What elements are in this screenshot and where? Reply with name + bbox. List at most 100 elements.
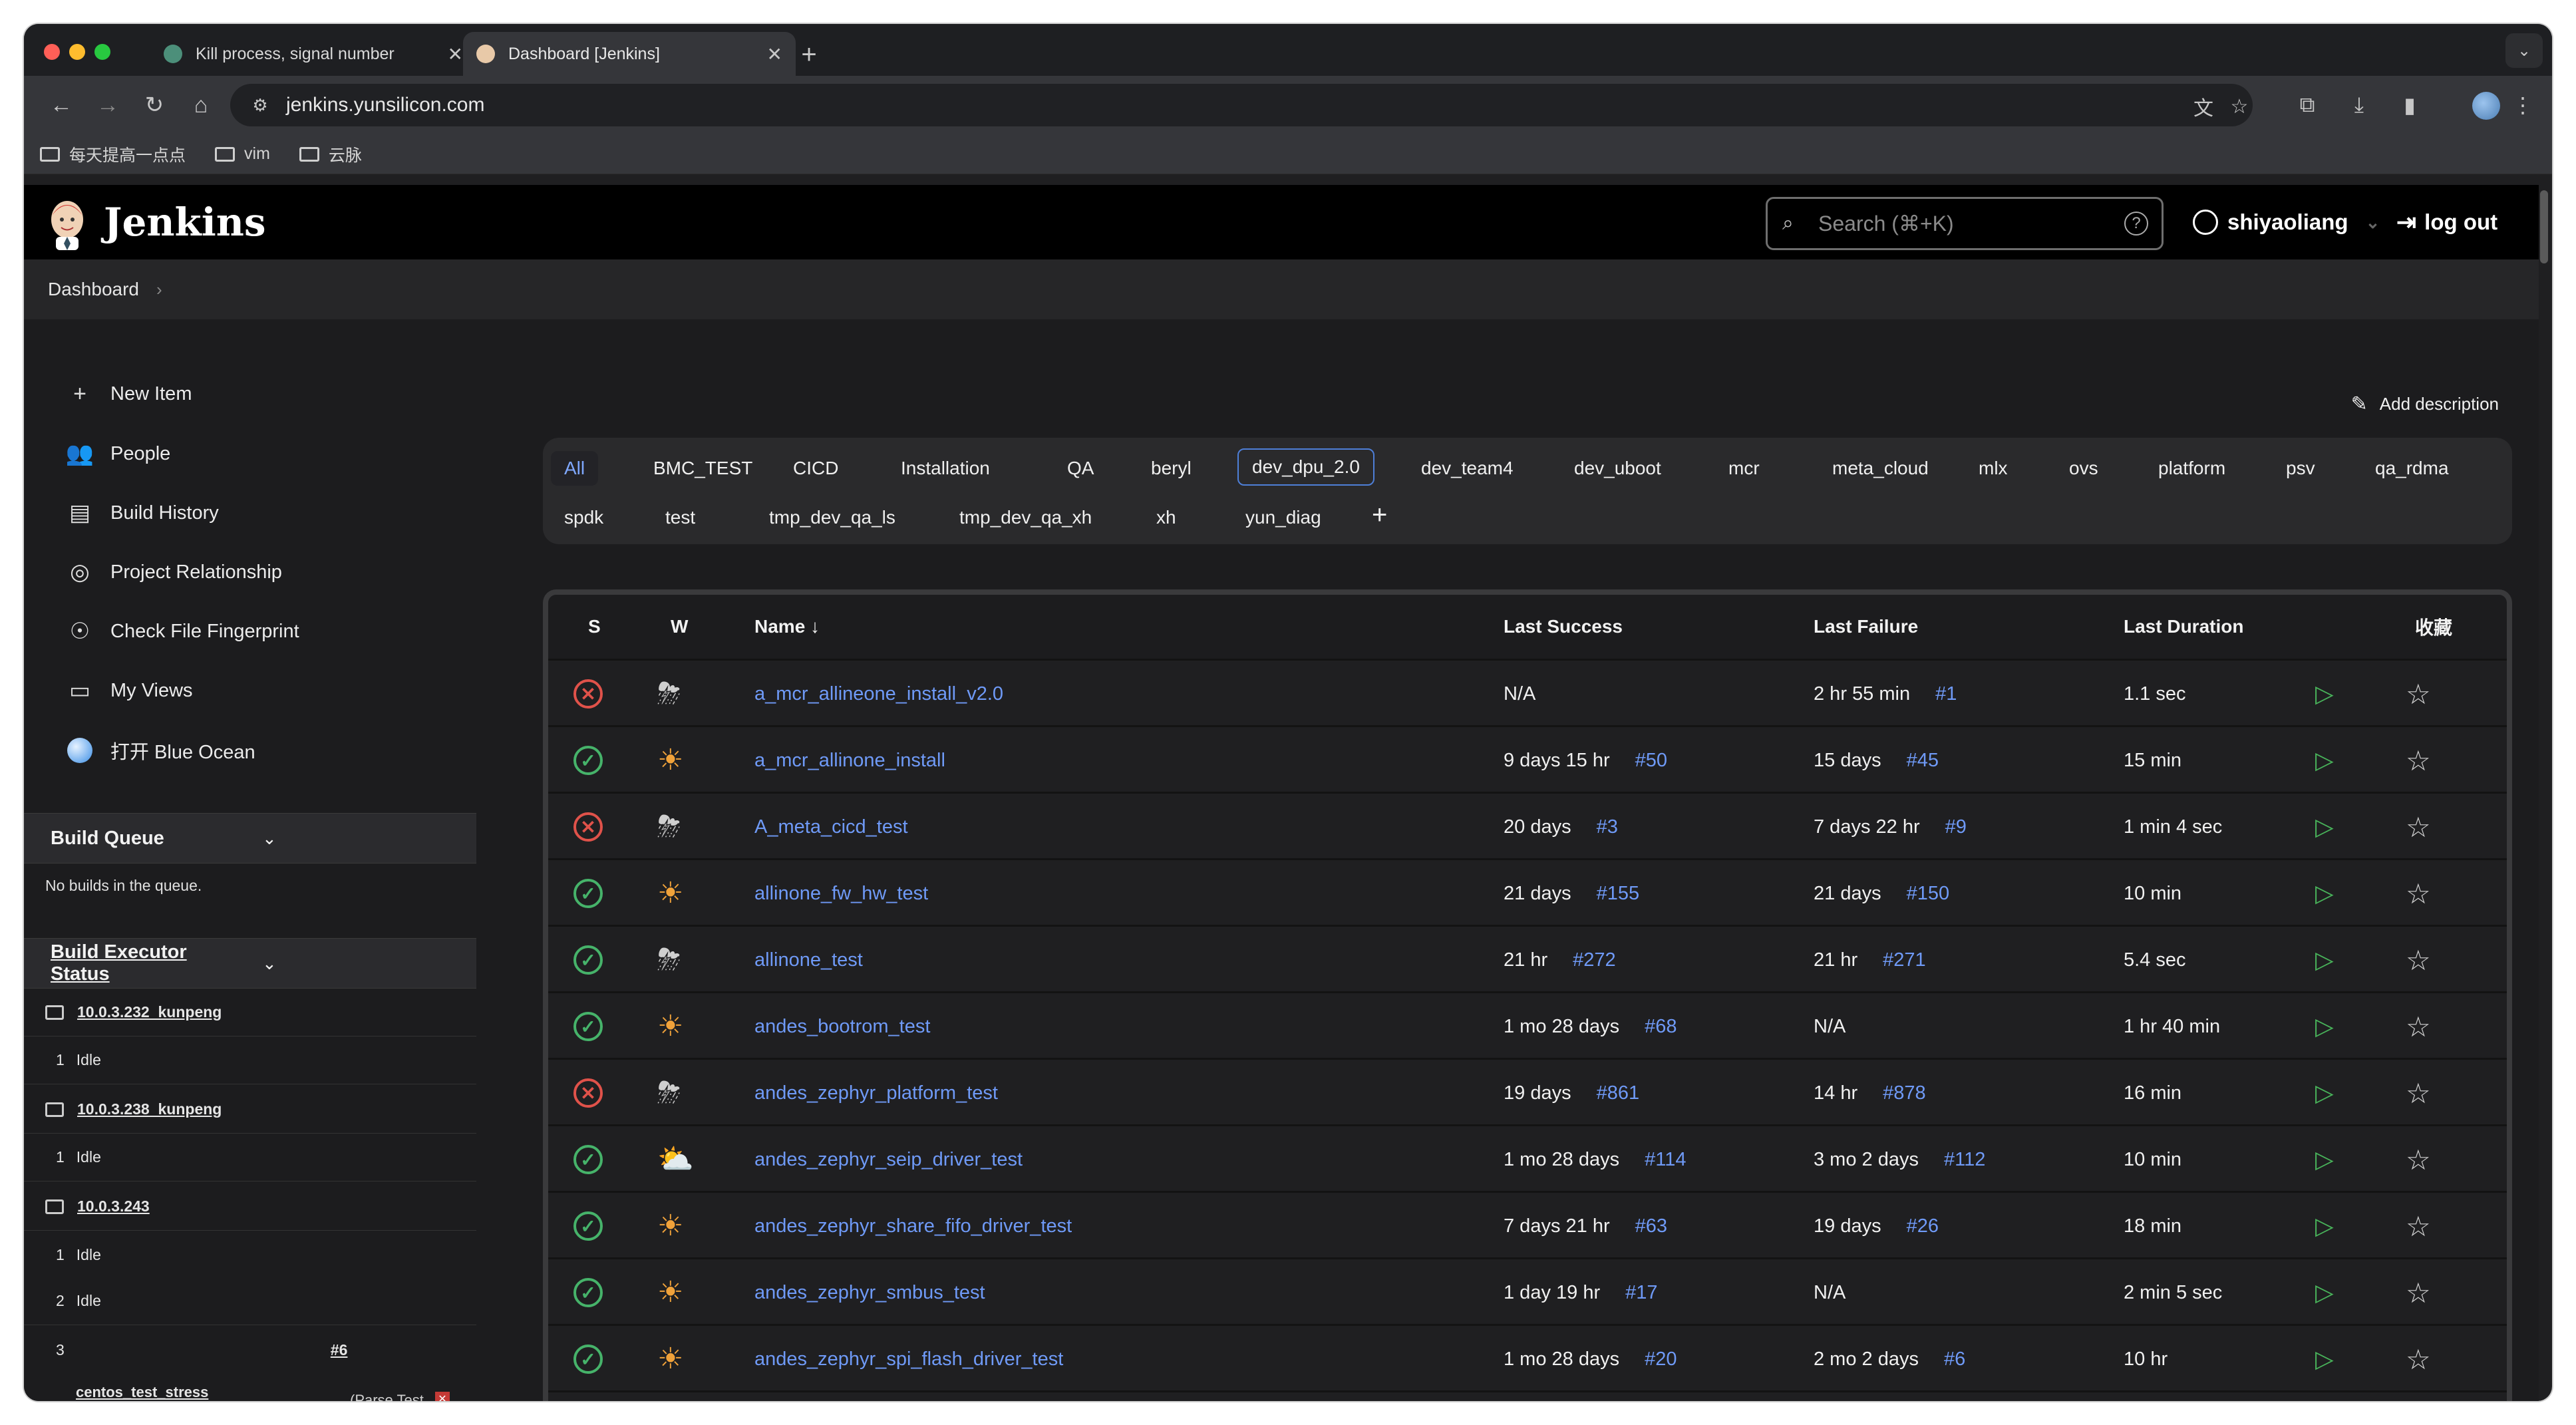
favorite-star-icon[interactable]: ☆ bbox=[2406, 1343, 2431, 1376]
col-header-last-success[interactable]: Last Success bbox=[1504, 595, 1623, 659]
favorite-star-icon[interactable]: ☆ bbox=[2406, 1011, 2431, 1043]
job-name-link[interactable]: A_meta_cicd_test bbox=[754, 816, 908, 838]
last-success-build-link[interactable]: #17 bbox=[1625, 1282, 1657, 1304]
search-input[interactable]: Search (⌘+K) bbox=[1818, 211, 2124, 236]
download-icon[interactable]: ⤓ bbox=[2342, 88, 2376, 122]
executor-node[interactable]: 10.0.3.243 bbox=[24, 1183, 476, 1231]
add-view-button[interactable]: + bbox=[1359, 498, 1400, 532]
last-success-build-link[interactable]: #114 bbox=[1645, 1149, 1686, 1171]
build-now-play-icon[interactable]: ▷ bbox=[2315, 813, 2334, 841]
weather-sun-icon[interactable]: ☀ bbox=[657, 746, 683, 775]
chevron-down-icon[interactable]: ⌄ bbox=[2366, 212, 2380, 233]
job-name-link[interactable]: allinone_fw_hw_test bbox=[754, 883, 928, 905]
help-icon[interactable]: ? bbox=[2124, 212, 2148, 236]
last-failure-build-link[interactable]: #1 bbox=[1935, 683, 1957, 705]
weather-sun-icon[interactable]: ☀ bbox=[657, 1012, 683, 1041]
page-scrollbar[interactable] bbox=[2540, 190, 2548, 263]
build-number-link[interactable]: #6 bbox=[331, 1341, 348, 1359]
sidebar-item-build-history[interactable]: ▤ Build History bbox=[65, 493, 219, 533]
favorite-star-icon[interactable]: ☆ bbox=[2406, 811, 2431, 844]
logout-button[interactable]: ⇥ log out bbox=[2396, 202, 2497, 242]
tab-cicd[interactable]: CICD bbox=[780, 451, 852, 486]
close-tab-icon[interactable]: ✕ bbox=[448, 43, 463, 65]
build-now-play-icon[interactable]: ▷ bbox=[2315, 1079, 2334, 1107]
status-ok-icon[interactable]: ✓ bbox=[573, 1345, 603, 1374]
status-ok-icon[interactable]: ✓ bbox=[573, 1012, 603, 1041]
build-now-play-icon[interactable]: ▷ bbox=[2315, 879, 2334, 907]
status-fail-icon[interactable]: ✕ bbox=[573, 679, 603, 709]
tab-dev-team4[interactable]: dev_team4 bbox=[1408, 451, 1527, 486]
job-name-link[interactable]: andes_zephyr_spi_flash_driver_test bbox=[754, 1348, 1063, 1370]
tab-yun-diag[interactable]: yun_diag bbox=[1232, 500, 1335, 535]
search-box[interactable]: ⌕ Search (⌘+K) ? bbox=[1766, 197, 2164, 250]
weather-storm-icon[interactable]: ⛈ bbox=[657, 945, 681, 975]
status-fail-icon[interactable]: ✕ bbox=[573, 812, 603, 842]
tab-installation[interactable]: Installation bbox=[887, 451, 1003, 486]
chevron-down-icon[interactable]: ⌄ bbox=[262, 828, 447, 849]
tab-meta-cloud[interactable]: meta_cloud bbox=[1819, 451, 1942, 486]
jenkins-brand[interactable]: Jenkins bbox=[104, 200, 266, 245]
tab-bmc-test[interactable]: BMC_TEST bbox=[640, 451, 766, 486]
col-header-name[interactable]: Name ↓ bbox=[754, 595, 820, 659]
sidebar-item-my-views[interactable]: ▭ My Views bbox=[65, 671, 193, 711]
node-link[interactable]: 10.0.3.232_kunpeng bbox=[77, 1003, 222, 1021]
weather-storm-icon[interactable]: ⛈ bbox=[657, 1078, 681, 1108]
chevron-right-icon[interactable]: › bbox=[156, 279, 162, 300]
weather-sun-icon[interactable]: ☀ bbox=[657, 1211, 683, 1241]
favorite-star-icon[interactable]: ☆ bbox=[2406, 944, 2431, 977]
forward-button[interactable]: → bbox=[90, 88, 125, 122]
last-success-build-link[interactable]: #3 bbox=[1597, 816, 1618, 838]
tab-mlx[interactable]: mlx bbox=[1965, 451, 2021, 486]
favorite-star-icon[interactable]: ☆ bbox=[2406, 1210, 2431, 1243]
job-name-link[interactable]: andes_zephyr_share_fifo_driver_test bbox=[754, 1215, 1072, 1237]
job-name-link[interactable]: andes_zephyr_smbus_test bbox=[754, 1282, 985, 1304]
build-now-play-icon[interactable]: ▷ bbox=[2315, 1345, 2334, 1373]
last-failure-build-link[interactable]: #112 bbox=[1944, 1149, 1985, 1171]
weather-storm-icon[interactable]: ⛈ bbox=[657, 812, 681, 842]
build-now-play-icon[interactable]: ▷ bbox=[2315, 746, 2334, 774]
extensions-icon[interactable]: ⧉ bbox=[2290, 88, 2325, 122]
tab-search-button[interactable]: ⌄ bbox=[2505, 33, 2543, 68]
tab-beryl[interactable]: beryl bbox=[1138, 451, 1205, 486]
last-success-build-link[interactable]: #20 bbox=[1645, 1348, 1677, 1370]
minimize-window-button[interactable] bbox=[69, 44, 85, 60]
build-now-play-icon[interactable]: ▷ bbox=[2315, 1212, 2334, 1240]
user-menu[interactable]: shiyaoliang ⌄ bbox=[2193, 202, 2380, 242]
last-failure-build-link[interactable]: #271 bbox=[1883, 949, 1926, 971]
weather-partly-icon[interactable]: ⛅ bbox=[657, 1145, 694, 1174]
favorite-star-icon[interactable]: ☆ bbox=[2406, 1144, 2431, 1176]
executor-status-title[interactable]: Build Executor Status bbox=[51, 941, 236, 985]
executor-node[interactable]: 10.0.3.238_kunpeng bbox=[24, 1086, 476, 1134]
running-job-link[interactable]: centos_test_stress bbox=[76, 1384, 208, 1401]
status-ok-icon[interactable]: ✓ bbox=[573, 746, 603, 775]
last-success-build-link[interactable]: #68 bbox=[1645, 1016, 1677, 1038]
weather-sun-icon[interactable]: ☀ bbox=[657, 1278, 683, 1307]
last-failure-build-link[interactable]: #878 bbox=[1883, 1082, 1926, 1104]
last-success-build-link[interactable]: #272 bbox=[1573, 949, 1616, 971]
status-ok-icon[interactable]: ✓ bbox=[573, 945, 603, 975]
last-failure-build-link[interactable]: #45 bbox=[1907, 750, 1939, 772]
side-panel-icon[interactable]: ▮ bbox=[2392, 88, 2427, 122]
build-now-play-icon[interactable]: ▷ bbox=[2315, 946, 2334, 974]
favorite-star-icon[interactable]: ☆ bbox=[2406, 744, 2431, 777]
build-now-play-icon[interactable]: ▷ bbox=[2315, 1146, 2334, 1174]
build-now-play-icon[interactable]: ▷ bbox=[2315, 680, 2334, 708]
sidebar-item-check-file-fingerprint[interactable]: ☉ Check File Fingerprint bbox=[65, 611, 299, 651]
build-executor-status-header[interactable]: Build Executor Status ⌄ bbox=[24, 938, 476, 989]
status-ok-icon[interactable]: ✓ bbox=[573, 1145, 603, 1174]
col-header-weather[interactable]: W bbox=[671, 595, 688, 659]
bookmark-folder[interactable]: 云脉 bbox=[299, 142, 362, 166]
sidebar-item-project-relationship[interactable]: ◎ Project Relationship bbox=[65, 552, 282, 592]
add-description-button[interactable]: ✎ Add description bbox=[2351, 393, 2499, 416]
col-header-last-duration[interactable]: Last Duration bbox=[2124, 595, 2243, 659]
breadcrumb-dashboard[interactable]: Dashboard bbox=[48, 279, 139, 300]
home-button[interactable]: ⌂ bbox=[184, 88, 218, 122]
weather-storm-icon[interactable]: ⛈ bbox=[657, 679, 681, 709]
node-link[interactable]: 10.0.3.238_kunpeng bbox=[77, 1100, 222, 1118]
tab-qa[interactable]: QA bbox=[1054, 451, 1107, 486]
back-button[interactable]: ← bbox=[44, 88, 79, 122]
tab-qa-rdma[interactable]: qa_rdma bbox=[2362, 451, 2462, 486]
job-name-link[interactable]: a_mcr_allineone_install_v2.0 bbox=[754, 683, 1003, 705]
favorite-star-icon[interactable]: ☆ bbox=[2406, 678, 2431, 711]
last-failure-build-link[interactable]: #26 bbox=[1907, 1215, 1939, 1237]
